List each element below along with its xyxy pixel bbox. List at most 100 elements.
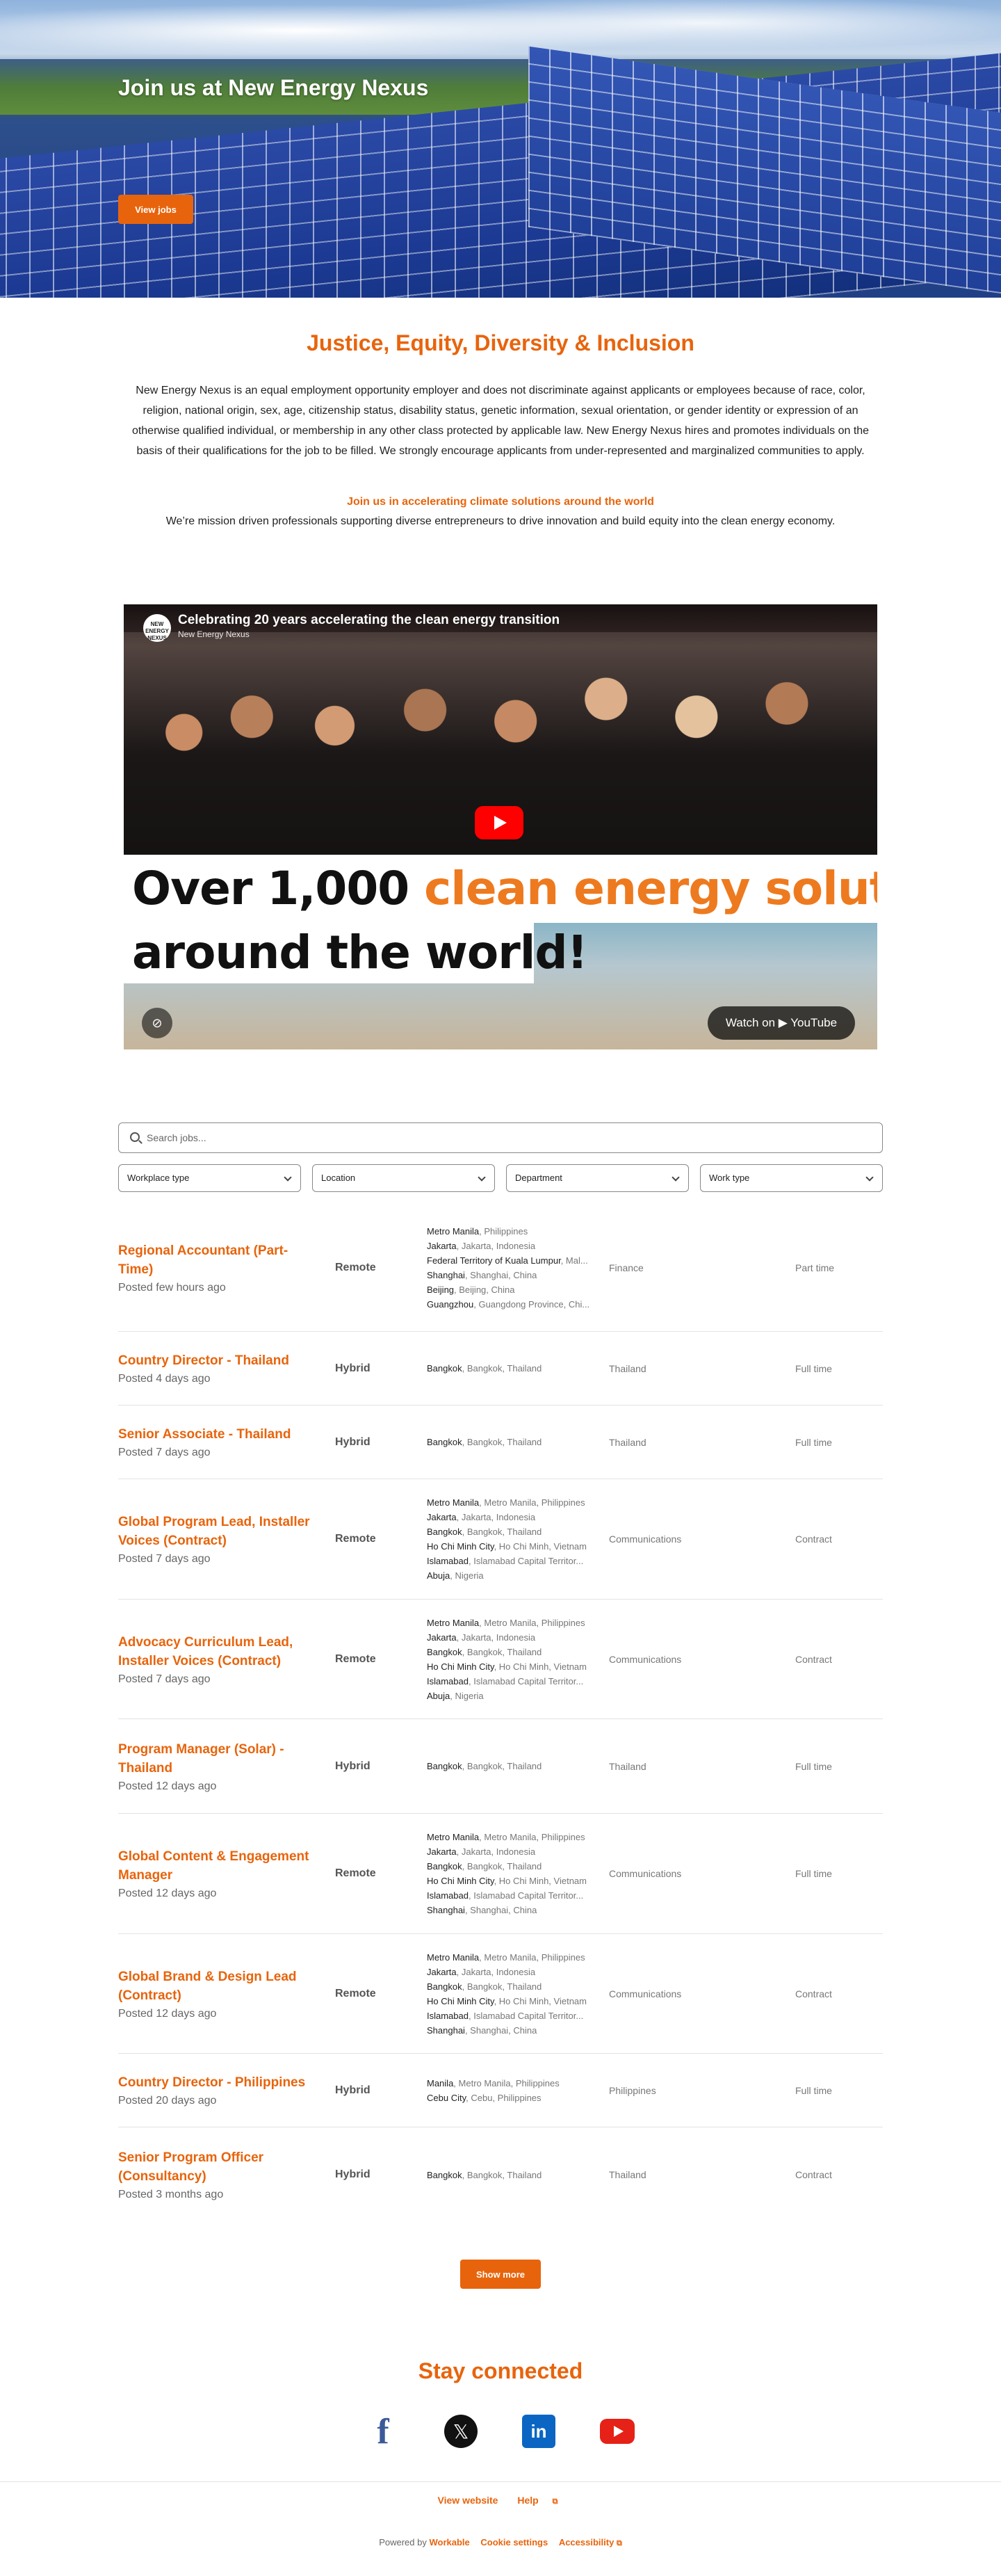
job-work-type: Contract [795, 1653, 832, 1665]
job-location: Bangkok, Bangkok, Thailand [427, 2169, 542, 2180]
hero-banner: Join us at New Energy Nexus View jobs [0, 0, 1001, 298]
job-row[interactable]: Senior Associate - Thailand Posted 7 day… [118, 1406, 883, 1479]
job-title[interactable]: Program Manager (Solar) - Thailand [118, 1740, 321, 1778]
job-list: Regional Accountant (Part-Time) Posted f… [118, 1205, 883, 2222]
filter-location[interactable]: Location [312, 1164, 495, 1192]
youtube-icon[interactable] [600, 2419, 635, 2444]
job-location: Shanghai, Shanghai, China [427, 2024, 537, 2036]
job-row[interactable]: Global Content & Engagement Manager Post… [118, 1814, 883, 1934]
job-row[interactable]: Regional Accountant (Part-Time) Posted f… [118, 1205, 883, 1332]
job-department: Communications [609, 1533, 682, 1545]
job-location: Ho Chi Minh City, Ho Chi Minh, Vietnam [427, 1661, 587, 1672]
job-work-type: Full time [795, 1760, 832, 1772]
job-work-type: Contract [795, 1533, 832, 1545]
video-banner-line1: Over 1,000 clean energy solutions [132, 862, 877, 915]
job-main: Country Director - Thailand Posted 4 day… [118, 1351, 335, 1385]
external-link-icon: ⧉ [552, 2497, 558, 2506]
job-work-type: Full time [795, 2084, 832, 2096]
channel-avatar[interactable]: NEW ENERGY NEXUS [143, 614, 171, 642]
video-banner-line1-a: Over 1,000 [132, 862, 425, 915]
view-website-link[interactable]: View website [438, 2495, 498, 2506]
job-posted-date: Posted 7 days ago [118, 1553, 211, 1565]
job-row[interactable]: Advocacy Curriculum Lead, Installer Voic… [118, 1600, 883, 1719]
job-title[interactable]: Country Director - Philippines [118, 2073, 321, 2092]
link-icon[interactable]: ⊘ [142, 1008, 172, 1038]
job-title[interactable]: Country Director - Thailand [118, 1351, 321, 1370]
job-workplace-type: Remote [335, 1987, 376, 1999]
job-locations: Metro Manila, Metro Manila, Philippines J… [427, 1616, 609, 1703]
show-more-button[interactable]: Show more [460, 2260, 541, 2289]
job-location: Federal Territory of Kuala Lumpur, Mal..… [427, 1255, 588, 1266]
job-work-type: Contract [795, 2169, 832, 2180]
job-locations: Bangkok, Bangkok, Thailand [427, 2168, 609, 2182]
hero-title: Join us at New Energy Nexus [118, 75, 429, 100]
job-title[interactable]: Regional Accountant (Part-Time) [118, 1241, 321, 1279]
job-locations: Metro Manila, Metro Manila, Philippines J… [427, 1495, 609, 1583]
search-box[interactable] [118, 1122, 883, 1153]
job-posted-date: Posted 4 days ago [118, 1373, 211, 1385]
job-location: Ho Chi Minh City, Ho Chi Minh, Vietnam [427, 1541, 587, 1552]
job-location: Metro Manila, Metro Manila, Philippines [427, 1951, 585, 1963]
youtube-video-player[interactable]: NEW ENERGY NEXUS Celebrating 20 years ac… [124, 604, 877, 1049]
video-banner-line1-highlight: clean energy solutions [424, 862, 877, 915]
filter-label: Workplace type [127, 1173, 190, 1183]
filter-label: Work type [709, 1173, 750, 1183]
job-row[interactable]: Global Brand & Design Lead (Contract) Po… [118, 1934, 883, 2054]
job-locations: Manila, Metro Manila, Philippines Cebu Ci… [427, 2076, 609, 2105]
workable-link[interactable]: Workable [429, 2537, 469, 2547]
job-workplace-type: Hybrid [335, 1362, 371, 1374]
job-location: Bangkok, Bangkok, Thailand [427, 1527, 542, 1537]
job-workplace-type: Hybrid [335, 1760, 371, 1772]
job-location: Jakarta, Jakarta, Indonesia [427, 1966, 536, 1977]
job-location: Metro Manila, Metro Manila, Philippines [427, 1617, 585, 1628]
job-workplace-type: Hybrid [335, 2168, 371, 2180]
search-input[interactable] [147, 1123, 870, 1152]
job-locations: Bangkok, Bangkok, Thailand [427, 1361, 609, 1376]
job-location: Cebu City, Cebu, Philippines [427, 2092, 542, 2103]
job-title[interactable]: Global Brand & Design Lead (Contract) [118, 1967, 321, 2005]
view-jobs-button[interactable]: View jobs [118, 195, 193, 224]
jedi-section: Justice, Equity, Diversity & Inclusion N… [0, 330, 1001, 528]
x-icon[interactable]: 𝕏 [444, 2415, 478, 2448]
search-icon [130, 1132, 140, 1142]
job-row[interactable]: Program Manager (Solar) - Thailand Poste… [118, 1719, 883, 1814]
watch-on-youtube-button[interactable]: Watch on ▶ YouTube [708, 1006, 855, 1040]
job-row[interactable]: Senior Program Officer (Consultancy) Pos… [118, 2127, 883, 2222]
play-button-icon[interactable] [475, 806, 523, 839]
job-title[interactable]: Global Content & Engagement Manager [118, 1847, 321, 1885]
job-title[interactable]: Advocacy Curriculum Lead, Installer Voic… [118, 1633, 321, 1671]
job-locations: Bangkok, Bangkok, Thailand [427, 1435, 609, 1449]
job-row[interactable]: Global Program Lead, Installer Voices (C… [118, 1479, 883, 1600]
job-location: Islamabad, Islamabad Capital Territor... [427, 1890, 584, 1901]
job-location: Bangkok, Bangkok, Thailand [427, 1646, 542, 1657]
join-title: Join us in accelerating climate solution… [347, 496, 654, 508]
chevron-down-icon [284, 1173, 292, 1182]
video-title[interactable]: Celebrating 20 years accelerating the cl… [178, 613, 560, 628]
job-row[interactable]: Country Director - Thailand Posted 4 day… [118, 1332, 883, 1406]
linkedin-icon[interactable]: in [522, 2415, 555, 2448]
job-row[interactable]: Country Director - Philippines Posted 20… [118, 2054, 883, 2127]
job-location: Islamabad, Islamabad Capital Territor... [427, 2010, 584, 2021]
facebook-icon[interactable]: f [366, 2412, 400, 2452]
cookie-settings-link[interactable]: Cookie settings [480, 2537, 548, 2547]
job-posted-date: Posted 12 days ago [118, 1887, 217, 1899]
job-department: Communications [609, 1653, 682, 1665]
job-title[interactable]: Senior Associate - Thailand [118, 1425, 321, 1444]
job-department: Philippines [609, 2084, 656, 2096]
job-department: Thailand [609, 1436, 646, 1448]
filter-department[interactable]: Department [506, 1164, 689, 1192]
job-location: Bangkok, Bangkok, Thailand [427, 1981, 542, 1992]
filters-row: Workplace type Location Department Work … [118, 1164, 883, 1192]
job-main: Senior Program Officer (Consultancy) Pos… [118, 2148, 335, 2201]
job-title[interactable]: Global Program Lead, Installer Voices (C… [118, 1513, 321, 1550]
filter-work-type[interactable]: Work type [700, 1164, 883, 1192]
help-link[interactable]: Help ⧉ [512, 2495, 563, 2506]
job-main: Global Brand & Design Lead (Contract) Po… [118, 1967, 335, 2020]
job-locations: Metro Manila, Metro Manila, Philippines J… [427, 1950, 609, 2038]
job-title[interactable]: Senior Program Officer (Consultancy) [118, 2148, 321, 2186]
filter-workplace-type[interactable]: Workplace type [118, 1164, 301, 1192]
filter-label: Location [321, 1173, 356, 1183]
accessibility-link[interactable]: Accessibility ⧉ [559, 2537, 622, 2547]
job-work-type: Contract [795, 1988, 832, 1999]
stay-connected-title: Stay connected [418, 2358, 583, 2383]
